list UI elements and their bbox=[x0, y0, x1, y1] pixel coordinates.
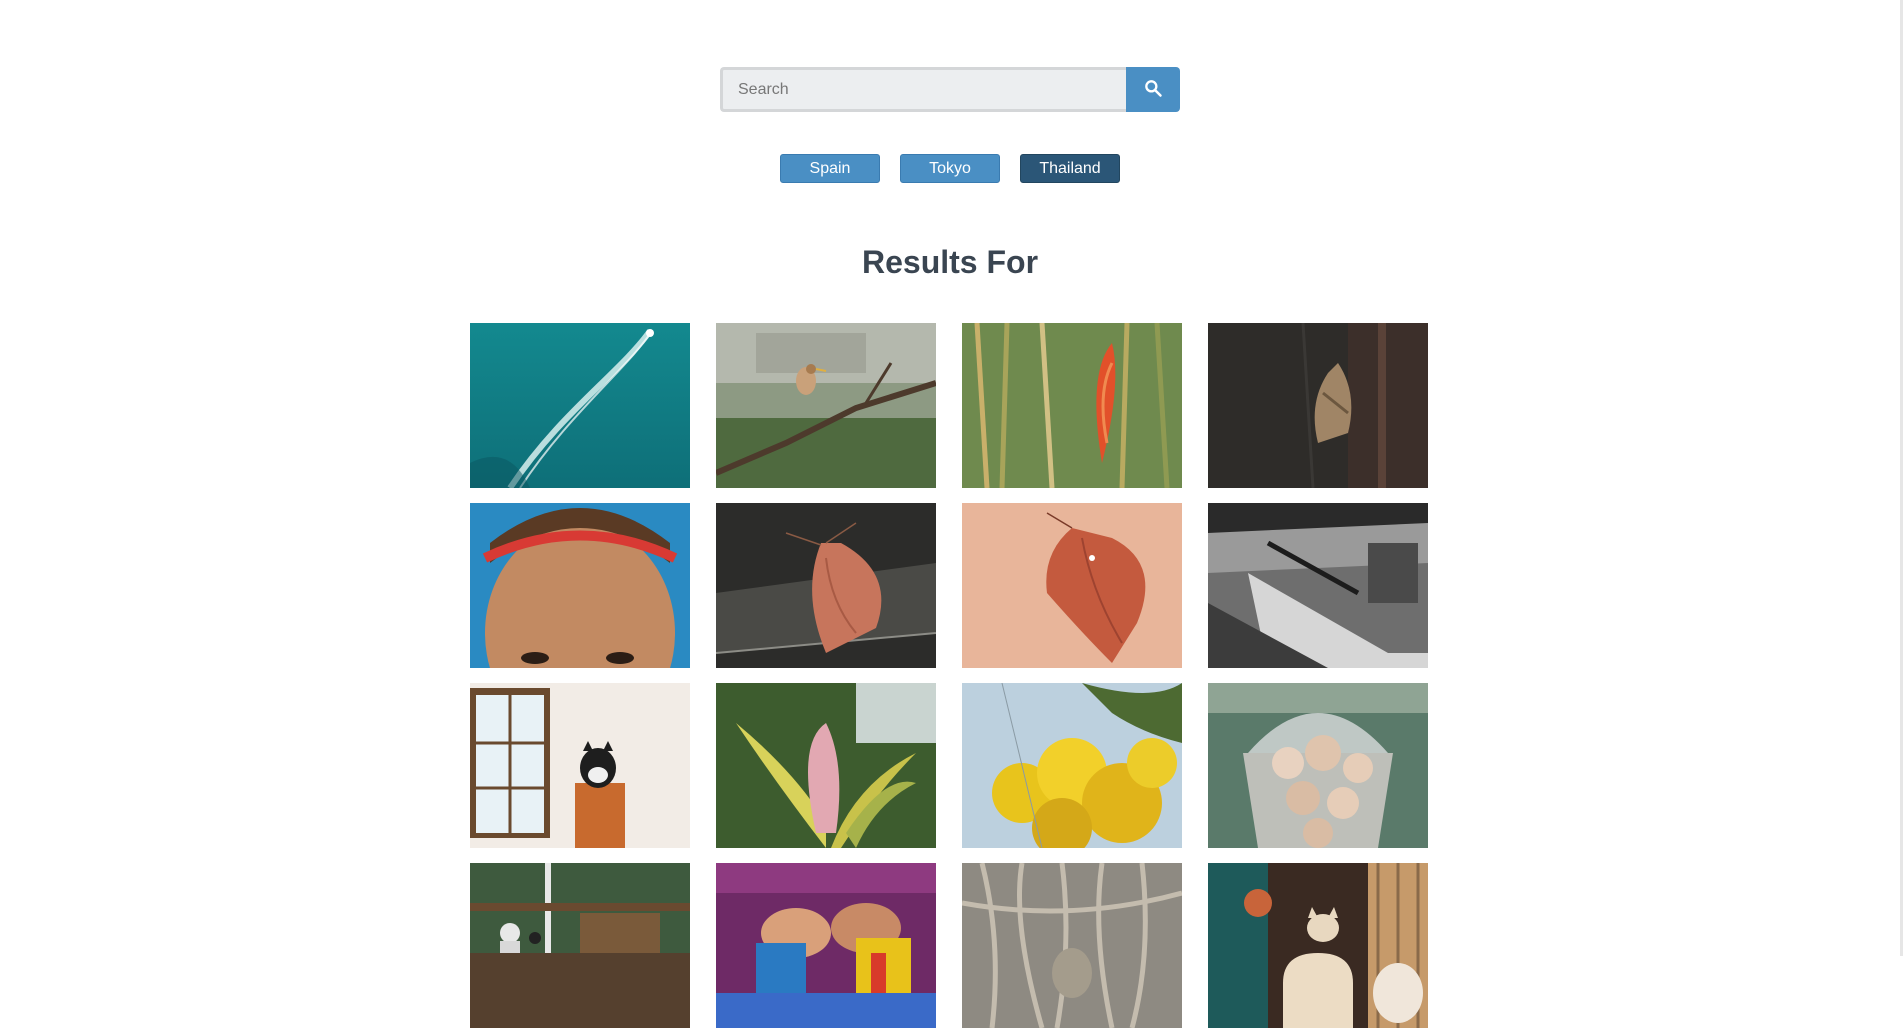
photo-cafe-shelf bbox=[1208, 863, 1428, 1028]
photo-tile[interactable] bbox=[470, 503, 690, 668]
photo-tile[interactable] bbox=[470, 683, 690, 848]
results-heading: Results For bbox=[861, 244, 1039, 280]
photo-tile[interactable] bbox=[716, 863, 936, 1028]
photo-tile[interactable] bbox=[1208, 503, 1428, 668]
photo-tile[interactable] bbox=[470, 863, 690, 1028]
photo-orange-moth-sand bbox=[962, 503, 1182, 668]
photo-tree-roots bbox=[962, 863, 1182, 1028]
search-button[interactable] bbox=[1126, 67, 1180, 112]
photo-red-flower-bamboo bbox=[962, 323, 1182, 488]
photo-tile[interactable] bbox=[962, 323, 1182, 488]
tag-button-tokyo[interactable]: Tokyo bbox=[900, 154, 1000, 183]
search-page: Spain Tokyo Thailand Results For bbox=[0, 0, 1903, 1028]
photo-orange-moth-stone bbox=[716, 503, 936, 668]
photo-grid bbox=[470, 323, 1428, 1028]
photo-tropical-flower bbox=[716, 683, 936, 848]
photo-snack-cup bbox=[1208, 683, 1428, 848]
photo-tile[interactable] bbox=[470, 323, 690, 488]
photo-tile[interactable] bbox=[716, 503, 936, 668]
tag-list: Spain Tokyo Thailand bbox=[780, 154, 1120, 183]
tag-button-thailand[interactable]: Thailand bbox=[1020, 154, 1120, 183]
photo-tile[interactable] bbox=[962, 683, 1182, 848]
photo-tile[interactable] bbox=[962, 503, 1182, 668]
photo-tile[interactable] bbox=[962, 863, 1182, 1028]
photo-boat-wake bbox=[470, 323, 690, 488]
photo-mall-escalators bbox=[1208, 503, 1428, 668]
photo-cafe-interior bbox=[470, 863, 690, 1028]
search-input[interactable] bbox=[720, 67, 1126, 112]
photo-wrestling bbox=[716, 863, 936, 1028]
tag-button-spain[interactable]: Spain bbox=[780, 154, 880, 183]
search-icon bbox=[1143, 78, 1163, 101]
photo-cat-on-box bbox=[470, 683, 690, 848]
photo-moth-dark-wood bbox=[1208, 323, 1428, 488]
photo-yellow-flowers bbox=[962, 683, 1182, 848]
photo-tile[interactable] bbox=[716, 323, 936, 488]
search-bar bbox=[720, 67, 1180, 112]
photo-tile[interactable] bbox=[1208, 323, 1428, 488]
photo-woman-headband bbox=[470, 503, 690, 668]
photo-heron-on-branch bbox=[716, 323, 936, 488]
photo-tile[interactable] bbox=[1208, 683, 1428, 848]
photo-tile[interactable] bbox=[1208, 863, 1428, 1028]
photo-tile[interactable] bbox=[716, 683, 936, 848]
